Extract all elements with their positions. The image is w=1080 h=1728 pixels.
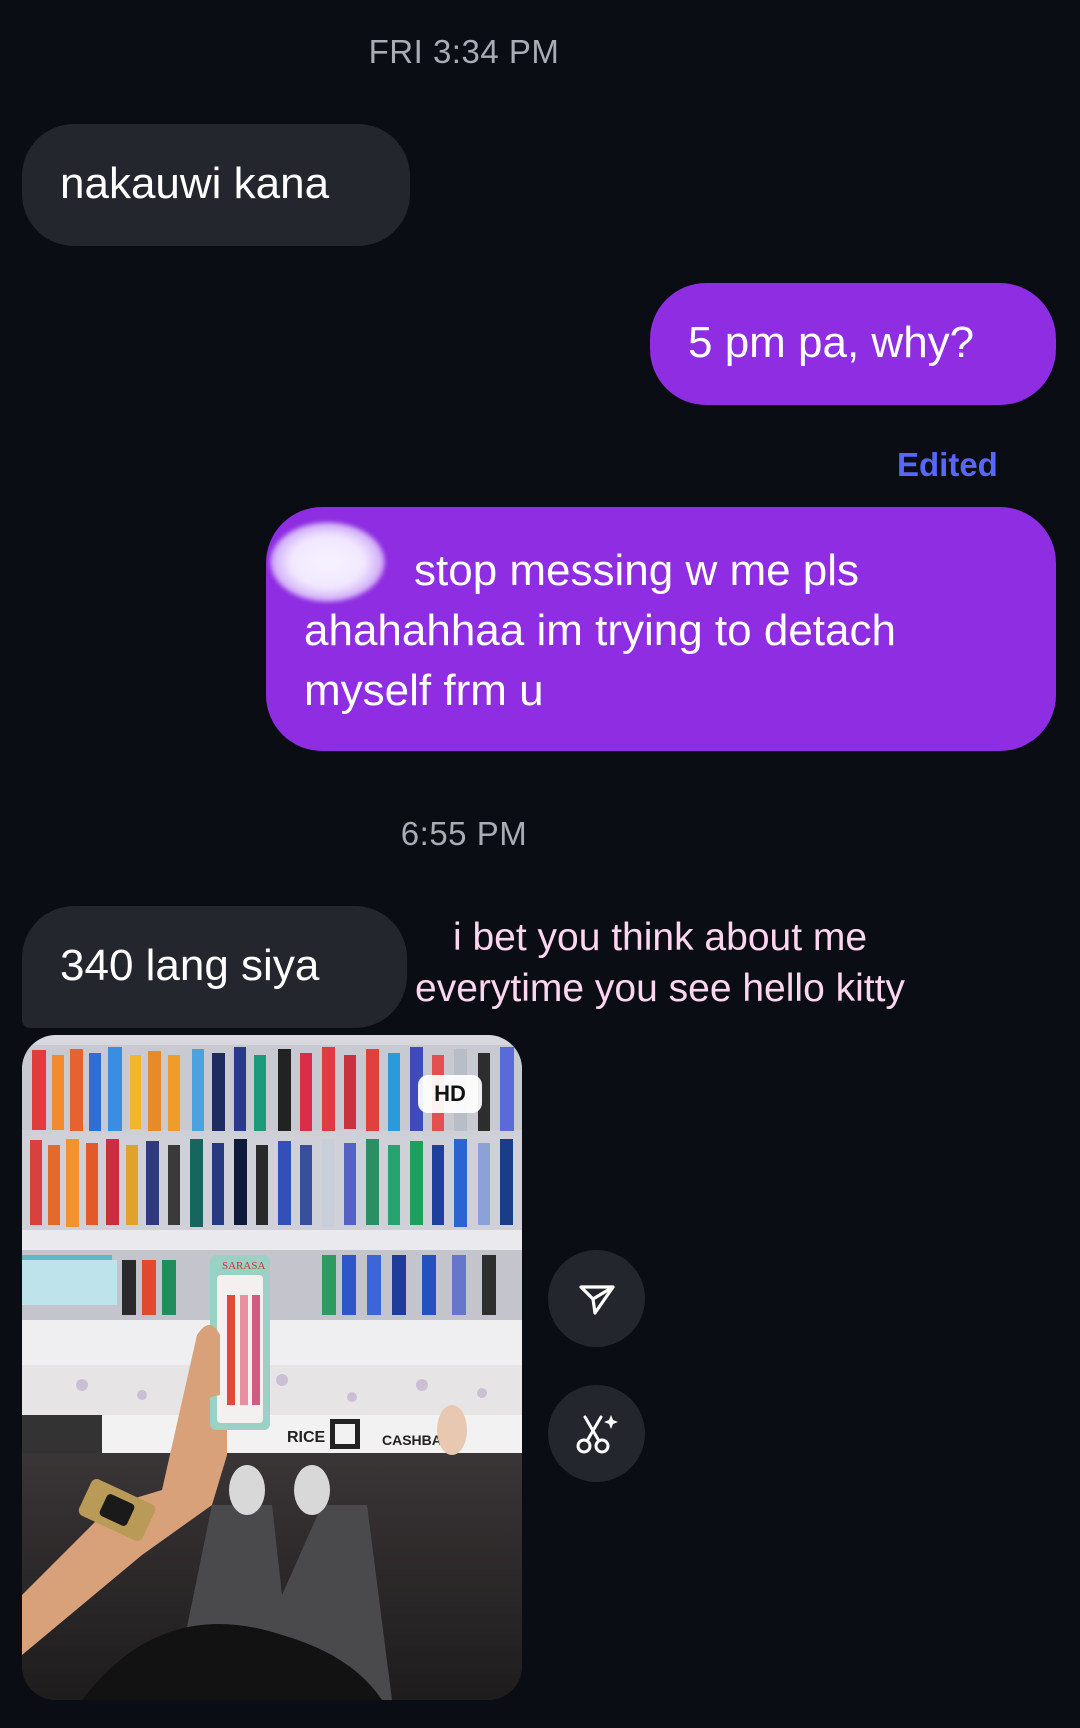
- message-text-line: myself frm u: [304, 666, 544, 715]
- caption-line: i bet you think about me: [452, 916, 868, 959]
- photo-message[interactable]: RICE CASHBACK SARASA: [22, 1035, 522, 1700]
- message-text-line: ahahahhaa im trying to detach: [304, 606, 896, 655]
- photo-image: RICE CASHBACK SARASA: [22, 1035, 522, 1700]
- pen-rack-lower: [22, 1135, 522, 1230]
- message-text: 340 lang siya: [60, 941, 320, 990]
- message-incoming-1[interactable]: nakauwi kana: [22, 124, 410, 246]
- scissors-sparkle-icon: [576, 1414, 618, 1453]
- banner-text: RICE: [287, 1429, 326, 1446]
- share-button[interactable]: [548, 1250, 645, 1347]
- timestamp-fri: FRI 3:34 PM: [368, 33, 560, 70]
- remix-button[interactable]: [548, 1385, 645, 1482]
- paper-plane-icon: [578, 1284, 615, 1315]
- product-label: SARASA: [222, 1260, 265, 1272]
- message-outgoing-1[interactable]: 5 pm pa, why?: [650, 283, 1056, 405]
- message-text: nakauwi kana: [60, 159, 330, 208]
- hd-badge: HD: [418, 1075, 482, 1113]
- timestamp-time: 6:55 PM: [400, 815, 528, 852]
- message-outgoing-2[interactable]: stop messing w me pls ahahahhaa im tryin…: [266, 507, 1056, 751]
- message-incoming-2[interactable]: 340 lang siya: [22, 906, 407, 1028]
- message-text: 5 pm pa, why?: [688, 318, 975, 367]
- edited-label: Edited: [897, 446, 998, 483]
- redaction-scribble: [270, 522, 385, 602]
- caption-line: everytime you see hello kitty: [415, 967, 905, 1010]
- overlay-caption: i bet you think about me everytime you s…: [380, 912, 940, 1014]
- message-text-line: stop messing w me pls: [414, 546, 860, 595]
